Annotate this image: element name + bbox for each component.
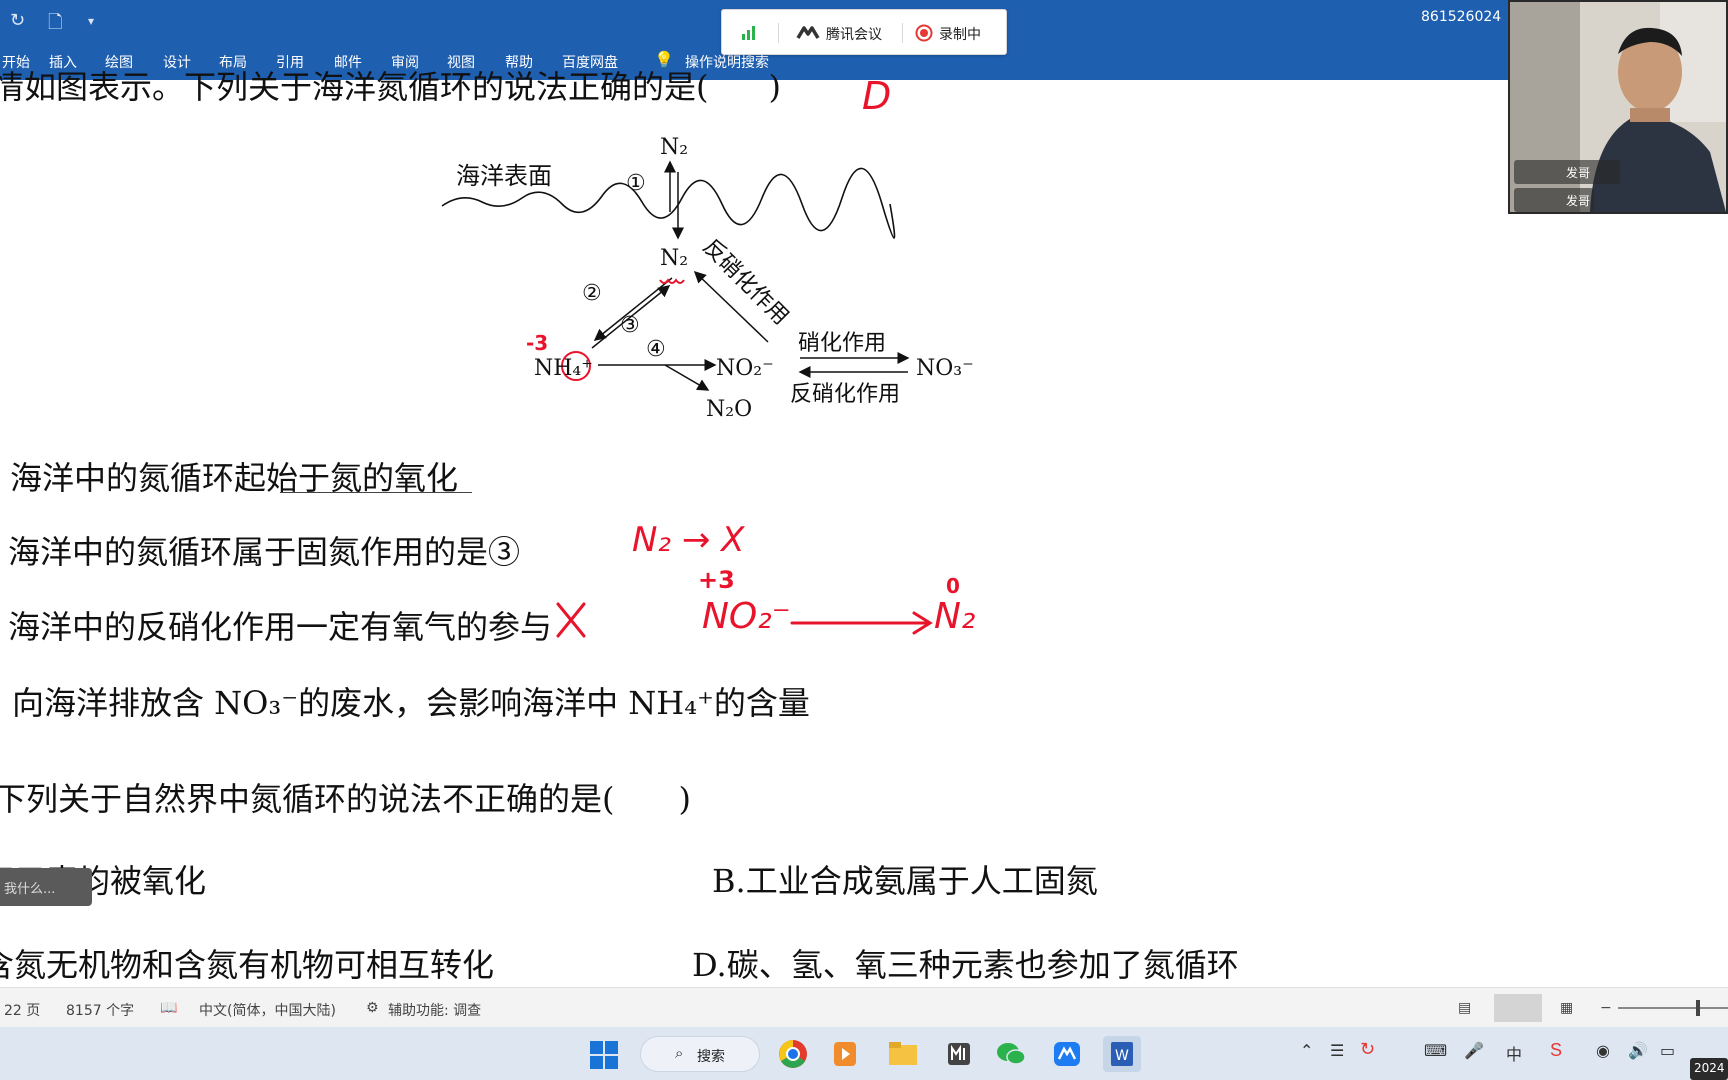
battery-icon[interactable]: ▭ bbox=[1660, 1041, 1675, 1061]
language-status[interactable]: 中文(简体，中国大陆) bbox=[199, 1000, 336, 1020]
label-denitrification-diag: 反硝化作用 bbox=[698, 235, 793, 330]
red-squiggle-annotation bbox=[659, 278, 685, 284]
zoom-slider[interactable] bbox=[1618, 1007, 1728, 1009]
zoom-out-icon[interactable]: − bbox=[1600, 1000, 1612, 1016]
participant-tag-1: 发哥 bbox=[1514, 160, 1620, 184]
annotation-zero: 0 bbox=[946, 574, 960, 598]
label-charge-note: -3 bbox=[526, 331, 548, 355]
label-n2o: N₂O bbox=[706, 397, 752, 422]
label-no2: NO₂⁻ bbox=[716, 356, 774, 381]
page-count[interactable]: 22 页 bbox=[4, 1000, 40, 1020]
settings-icon[interactable]: ☰ bbox=[1330, 1041, 1344, 1061]
svg-text:W: W bbox=[1115, 1048, 1129, 1064]
annotation-no2: NO₂⁻ bbox=[702, 596, 791, 637]
show-hidden-icons[interactable]: ⌃ bbox=[1300, 1041, 1313, 1061]
signal-icon[interactable] bbox=[742, 24, 760, 40]
account-phone: 861526024 bbox=[1421, 9, 1502, 25]
nitrogen-cycle-diagram: 海洋表面 N₂ ① N₂ 反硝化作用 ② ③ ④ -3 NH₄⁺ NO₂⁻ N₂… bbox=[441, 135, 974, 422]
new-document-icon[interactable]: 🗋 bbox=[48, 10, 62, 40]
question1-close: ) bbox=[768, 68, 781, 106]
question1-stem: 情如图表示。下列关于海洋氮循环的说法正确的是() bbox=[0, 62, 781, 108]
option-b: 海洋中的氮循环属于固氮作用的是③ bbox=[8, 533, 521, 571]
ime-icon[interactable]: 中 bbox=[1506, 1041, 1522, 1065]
zoom-slider-thumb[interactable] bbox=[1696, 1000, 1700, 1016]
autosave-icon[interactable]: ↻ bbox=[10, 10, 25, 31]
sogou-icon[interactable]: S bbox=[1550, 1040, 1562, 1061]
label-sea-surface: 海洋表面 bbox=[456, 162, 552, 190]
file-explorer-icon[interactable] bbox=[884, 1036, 922, 1072]
webcam-video[interactable]: 发哥 发哥 bbox=[1508, 0, 1728, 214]
participant-1-name: 发哥 bbox=[1566, 166, 1591, 180]
wifi-icon[interactable]: ◉ bbox=[1596, 1041, 1610, 1061]
clock[interactable]: 2024 bbox=[1690, 1058, 1728, 1080]
wechat-icon[interactable] bbox=[992, 1036, 1030, 1072]
annotation-n2-result: N₂ bbox=[934, 596, 976, 637]
word-icon[interactable]: W bbox=[1103, 1036, 1141, 1072]
question2-option-d: D.碳、氢、氧三种元素也参加了氮循环 bbox=[692, 946, 1239, 984]
annotation-cross bbox=[556, 602, 586, 638]
recording-status[interactable]: 录制中 bbox=[939, 24, 981, 44]
word-count[interactable]: 8157 个字 bbox=[66, 1000, 134, 1020]
label-nitrification: 硝化作用 bbox=[798, 331, 886, 356]
label-step3: ③ bbox=[620, 313, 640, 338]
screen: ↻ 🗋 ▾ 861526024 开始 插入 绘图 设计 布局 引用 邮件 审阅 … bbox=[0, 0, 1728, 1080]
divider bbox=[902, 23, 903, 43]
proofing-icon[interactable]: 📖 bbox=[160, 1000, 177, 1016]
sync-icon[interactable]: ↻ bbox=[1360, 1039, 1375, 1060]
popup-text: 我什么... bbox=[4, 882, 56, 897]
tencent-meeting-logo-icon bbox=[796, 26, 820, 39]
media-player-icon[interactable] bbox=[826, 1036, 864, 1072]
label-nh4: NH₄⁺ bbox=[534, 356, 593, 381]
taskbar: ⌕ 搜索 W ⌃ ☰ ↻ ⌨ 🎤 中 S ◉ 🔊 ▭ 2024 bbox=[0, 1027, 1728, 1080]
label-step4: ④ bbox=[646, 337, 666, 362]
taskbar-search[interactable]: ⌕ 搜索 bbox=[640, 1036, 760, 1072]
meeting-toolbar: 腾讯会议 录制中 bbox=[721, 9, 1007, 55]
search-icon: ⌕ bbox=[675, 1045, 684, 1062]
annotation-plus3: +3 bbox=[698, 566, 735, 594]
option-c: 海洋中的反硝化作用一定有氧气的参与 bbox=[8, 608, 553, 646]
customize-toolbar-icon[interactable]: ▾ bbox=[88, 14, 94, 28]
print-layout-icon[interactable] bbox=[1494, 994, 1542, 1022]
app-icon[interactable] bbox=[940, 1036, 978, 1072]
question2-option-c: 含氮无机物和含氮有机物可相互转化 bbox=[0, 946, 495, 984]
label-n2-top: N₂ bbox=[660, 135, 688, 160]
handwritten-answer: D bbox=[862, 74, 892, 118]
web-layout-icon[interactable]: ▦ bbox=[1560, 1000, 1573, 1016]
accessibility-icon[interactable]: ⚙ bbox=[366, 1000, 379, 1016]
annotation-n2-to-x: N₂ → X bbox=[632, 520, 745, 560]
chrome-icon[interactable] bbox=[774, 1036, 812, 1072]
option-a-underline bbox=[280, 492, 472, 493]
label-denitrification: 反硝化作用 bbox=[790, 382, 900, 407]
question2-stem: 下列关于自然界中氮循环的说法不正确的是( ) bbox=[0, 780, 691, 818]
label-no3: NO₃⁻ bbox=[916, 356, 974, 381]
label-step1: ① bbox=[626, 171, 646, 196]
microphone-icon[interactable]: 🎤 bbox=[1464, 1041, 1484, 1061]
question1-text: 情如图表示。下列关于海洋氮循环的说法正确的是( bbox=[0, 68, 709, 106]
record-icon[interactable] bbox=[915, 24, 933, 42]
clock-text: 2024 bbox=[1694, 1061, 1725, 1075]
tencent-meeting-icon[interactable] bbox=[1048, 1036, 1086, 1072]
question2-option-b: B.工业合成氨属于人工固氮 bbox=[712, 862, 1098, 900]
keyboard-icon[interactable]: ⌨ bbox=[1424, 1041, 1447, 1061]
volume-icon[interactable]: 🔊 bbox=[1628, 1041, 1648, 1061]
annotation-arrow bbox=[790, 611, 933, 635]
accessibility-status[interactable]: 辅助功能: 调查 bbox=[388, 1000, 481, 1020]
meeting-app-label[interactable]: 腾讯会议 bbox=[826, 24, 882, 44]
participant-tag-2: 发哥 bbox=[1514, 188, 1594, 212]
start-icon[interactable] bbox=[590, 1041, 618, 1069]
option-d: 向海洋排放含 NO₃⁻的废水，会影响海洋中 NH₄⁺的含量 bbox=[12, 684, 810, 722]
label-n2-mid: N₂ bbox=[660, 246, 688, 271]
floating-popup[interactable]: 我什么... bbox=[0, 868, 92, 906]
label-step2: ② bbox=[582, 281, 602, 306]
participant-2-name: 发哥 bbox=[1566, 194, 1591, 208]
status-bar: 22 页 8157 个字 📖 中文(简体，中国大陆) ⚙ 辅助功能: 调查 ▤ … bbox=[0, 987, 1728, 1027]
divider bbox=[778, 23, 779, 43]
read-mode-icon[interactable]: ▤ bbox=[1458, 1000, 1471, 1016]
arrow-to-n2o bbox=[664, 364, 710, 391]
search-label: 搜索 bbox=[697, 1049, 725, 1065]
